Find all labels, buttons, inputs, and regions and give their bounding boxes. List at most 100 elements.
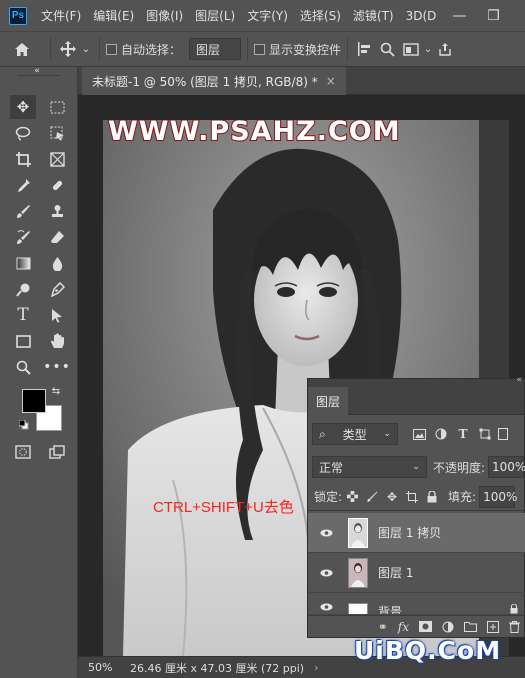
move-tool-icon[interactable] xyxy=(57,41,79,57)
search-icon[interactable] xyxy=(374,42,400,57)
layer-thumbnail xyxy=(348,557,368,588)
hand-icon[interactable] xyxy=(44,329,70,353)
trash-icon[interactable] xyxy=(509,620,520,633)
eraser-icon[interactable] xyxy=(44,225,70,249)
tools-panel: « ✥ T ••• ⇆ xyxy=(0,66,78,678)
close-icon[interactable]: × xyxy=(326,74,336,88)
path-select-icon[interactable] xyxy=(44,303,70,327)
tab-layers[interactable]: 图层 xyxy=(308,387,348,415)
share-icon[interactable] xyxy=(434,42,456,56)
layer-row[interactable]: 图层 1 xyxy=(308,553,525,593)
auto-select-checkbox[interactable] xyxy=(106,43,117,55)
opacity-input[interactable]: 100% xyxy=(488,456,525,478)
chevron-down-icon[interactable]: ⌄ xyxy=(79,44,93,55)
menu-type[interactable]: 文字(Y) xyxy=(241,7,294,24)
gradient-icon[interactable] xyxy=(10,251,36,275)
eye-icon[interactable] xyxy=(314,603,338,611)
document-tab-title: 未标题-1 @ 50% (图层 1 拷贝, RGB/8) * xyxy=(92,74,318,89)
new-layer-icon[interactable] xyxy=(487,620,499,633)
show-transform-checkbox[interactable] xyxy=(254,43,266,55)
history-brush-icon[interactable] xyxy=(10,225,36,249)
menu-3d[interactable]: 3D(D xyxy=(400,9,443,23)
menu-select[interactable]: 选择(S) xyxy=(294,7,347,24)
menu-edit[interactable]: 编辑(E) xyxy=(87,7,140,24)
link-layers-icon[interactable]: ⚭ xyxy=(378,620,388,634)
swap-colors-icon[interactable]: ⇆ xyxy=(50,385,62,397)
menu-filter[interactable]: 滤镜(T) xyxy=(347,7,400,24)
healing-brush-icon[interactable] xyxy=(44,173,70,197)
opacity-label: 不透明度: xyxy=(432,460,485,475)
add-mask-icon[interactable] xyxy=(419,621,432,632)
site-watermark-title: WWW.PSAHZ.COM xyxy=(107,120,401,148)
folder-icon[interactable] xyxy=(464,621,477,632)
divider xyxy=(50,37,51,61)
auto-select-dropdown[interactable]: 图层 xyxy=(189,38,242,60)
zoom-icon[interactable] xyxy=(10,355,36,379)
blur-icon[interactable] xyxy=(44,251,70,275)
eyedropper-icon[interactable] xyxy=(10,173,36,197)
lock-all-icon[interactable] xyxy=(422,490,442,503)
menu-layer[interactable]: 图层(L) xyxy=(189,7,241,24)
type-tool-icon[interactable]: T xyxy=(10,303,36,327)
layer-name[interactable]: 图层 1 拷贝 xyxy=(378,524,441,541)
chevron-down-icon[interactable]: ⌄ xyxy=(422,44,434,55)
adjustment-filter-icon[interactable] xyxy=(430,428,452,440)
fill-input[interactable]: 100% xyxy=(479,485,517,508)
eye-icon[interactable] xyxy=(314,569,338,577)
pixel-layer-filter-icon[interactable] xyxy=(408,428,430,440)
document-info[interactable]: 26.46 厘米 x 47.03 厘米 (72 ppi) xyxy=(126,660,304,676)
layer-name[interactable]: 图层 1 xyxy=(378,564,413,581)
panel-collapse-icon[interactable]: « xyxy=(516,375,522,385)
lock-row: 锁定: ✥ 填充: 100% xyxy=(308,483,524,511)
layer-row-selected[interactable]: 图层 1 拷贝 xyxy=(308,513,525,553)
lock-artboard-icon[interactable] xyxy=(402,490,422,503)
frame-icon[interactable] xyxy=(44,147,70,171)
adjustment-layer-icon[interactable] xyxy=(442,621,454,633)
layer-kind-filter[interactable]: ⌕ 类型 ⌄ xyxy=(312,423,398,445)
default-colors-icon[interactable] xyxy=(18,419,29,430)
shape-filter-icon[interactable] xyxy=(474,428,496,440)
menu-file[interactable]: 文件(F) xyxy=(35,7,87,24)
divider xyxy=(99,37,100,61)
layer-row[interactable]: 背景 xyxy=(308,593,525,615)
brush-icon[interactable] xyxy=(10,199,36,223)
lock-transparent-icon[interactable] xyxy=(342,491,362,502)
clone-stamp-icon[interactable] xyxy=(44,199,70,223)
type-filter-icon[interactable]: T xyxy=(452,427,474,441)
lock-pixels-icon[interactable] xyxy=(362,491,382,502)
more-tools-icon[interactable]: ••• xyxy=(43,355,70,379)
move-tool-icon[interactable]: ✥ xyxy=(10,95,36,119)
quick-mask-icon[interactable] xyxy=(10,440,36,464)
pen-icon[interactable] xyxy=(44,277,70,301)
layers-tab-bar: 图层 xyxy=(308,387,524,415)
screen-mode-icon[interactable] xyxy=(44,440,70,464)
chevron-right-icon[interactable]: › xyxy=(314,661,318,674)
lock-icon xyxy=(510,603,518,614)
divider xyxy=(347,37,349,61)
layer-name[interactable]: 背景 xyxy=(378,603,510,614)
align-left-icon[interactable] xyxy=(354,42,374,56)
eye-icon[interactable] xyxy=(314,529,338,537)
smart-object-filter-icon[interactable] xyxy=(496,428,510,440)
zoom-level[interactable]: 50% xyxy=(78,661,126,674)
object-select-icon[interactable] xyxy=(44,121,70,145)
document-tab[interactable]: 未标题-1 @ 50% (图层 1 拷贝, RGB/8) * × xyxy=(82,67,346,95)
crop-icon[interactable] xyxy=(10,147,36,171)
lasso-icon[interactable] xyxy=(10,121,36,145)
layers-panel: « 图层 ⌕ 类型 ⌄ T 正常 ⌄ 不透明度: 100% 锁定: ✥ 填充: 1… xyxy=(307,375,525,638)
dodge-icon[interactable] xyxy=(10,277,36,301)
home-icon[interactable] xyxy=(0,42,44,57)
rectangle-icon[interactable] xyxy=(10,329,36,353)
minimize-button[interactable]: — xyxy=(442,0,476,31)
lock-position-icon[interactable]: ✥ xyxy=(382,490,402,504)
fill-label: 填充: xyxy=(448,490,477,504)
restore-button[interactable]: ❐ xyxy=(476,0,510,31)
rect-marquee-icon[interactable] xyxy=(44,95,70,119)
fx-icon[interactable]: fx xyxy=(398,620,409,634)
menu-image[interactable]: 图像(I) xyxy=(140,7,189,24)
divider xyxy=(247,37,249,61)
workspace-icon[interactable] xyxy=(400,42,422,56)
photoshop-logo: Ps xyxy=(9,6,27,25)
foreground-color-swatch[interactable] xyxy=(22,389,46,413)
blend-mode-select[interactable]: 正常 ⌄ xyxy=(312,456,427,478)
